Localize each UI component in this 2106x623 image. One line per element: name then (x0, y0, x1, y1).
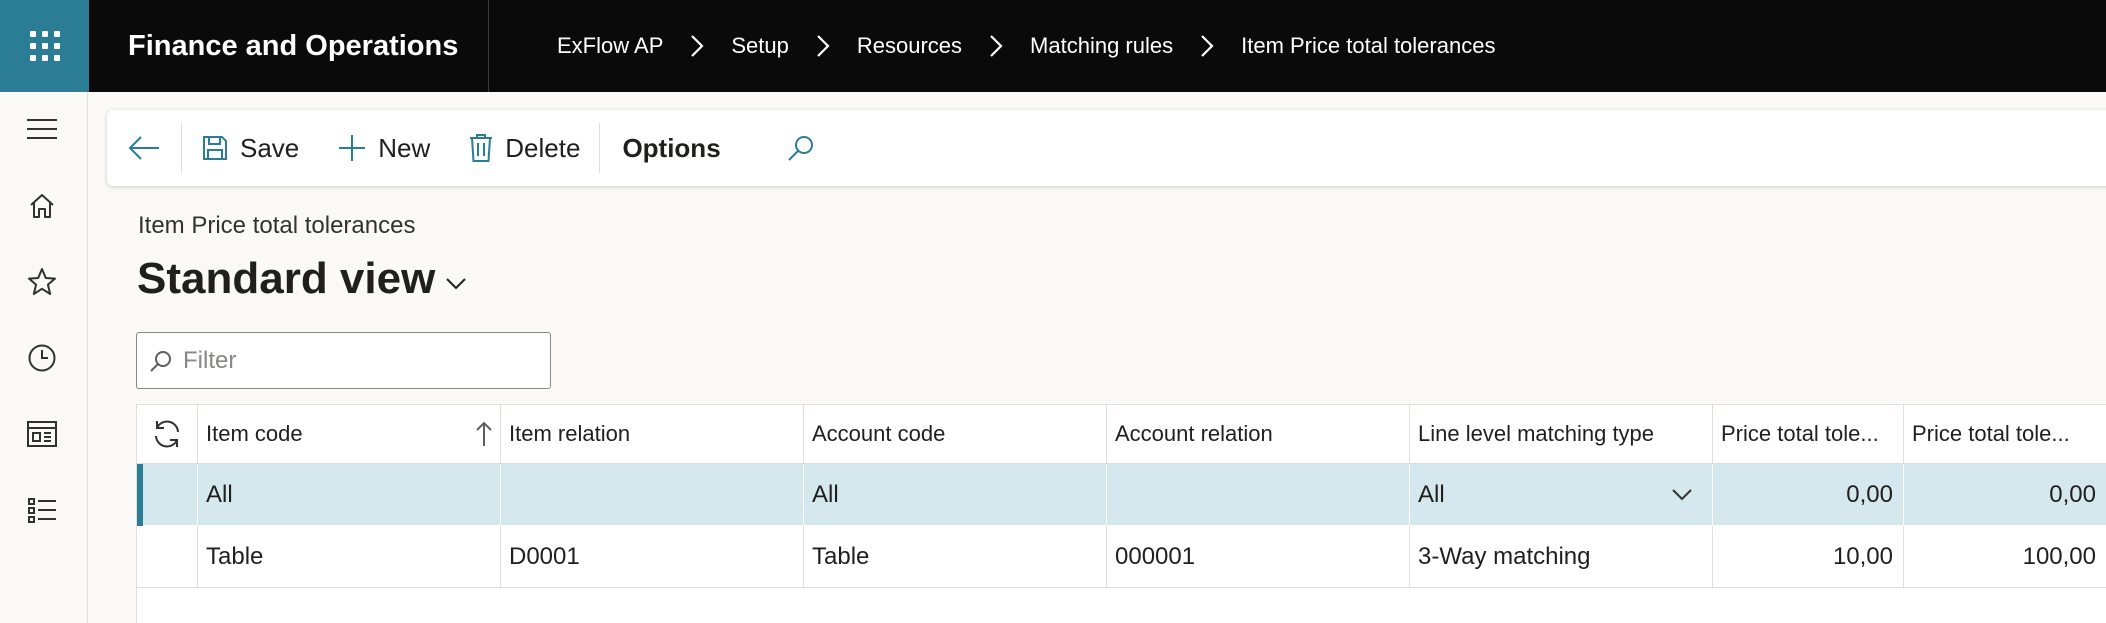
options-button[interactable]: Options (600, 110, 740, 186)
column-header-matching-type[interactable]: Line level matching type (1410, 405, 1713, 464)
cell-item-relation[interactable] (501, 464, 804, 526)
selected-row-indicator (137, 464, 143, 526)
cell-price-total-tolerance-2[interactable]: 100,00 (1904, 526, 2106, 588)
trash-icon (470, 134, 493, 162)
cell-account-code[interactable]: All (804, 464, 1107, 526)
save-button[interactable]: Save (182, 110, 318, 186)
hamburger-icon[interactable] (20, 107, 64, 151)
column-header-account-code[interactable]: Account code (804, 405, 1107, 464)
workspace-icon[interactable] (20, 412, 64, 456)
view-selector[interactable]: Standard view (137, 254, 467, 304)
cell-item-code[interactable]: Table (198, 526, 501, 588)
save-icon (203, 136, 227, 160)
column-header-item-code[interactable]: Item code (198, 405, 501, 464)
matching-type-value: All (1418, 480, 1445, 508)
breadcrumb-item-exflow-ap[interactable]: ExFlow AP (557, 33, 663, 59)
breadcrumb-item-current[interactable]: Item Price total tolerances (1241, 33, 1495, 59)
cell-item-relation[interactable]: D0001 (501, 526, 804, 588)
cell-account-code[interactable]: Table (804, 526, 1107, 588)
chevron-down-icon (446, 278, 467, 290)
search-icon[interactable] (771, 110, 831, 186)
home-icon[interactable] (20, 184, 64, 228)
sort-ascending-icon (476, 421, 492, 446)
clock-icon[interactable] (20, 336, 64, 380)
filter-field[interactable] (136, 332, 551, 389)
breadcrumb-item-setup[interactable]: Setup (731, 33, 789, 59)
column-header-price-total-tolerance-2[interactable]: Price total tole... (1904, 405, 2106, 464)
top-bar: Finance and Operations ExFlow AP Setup R… (0, 0, 2106, 92)
cell-item-code[interactable]: All (198, 464, 501, 526)
delete-label: Delete (505, 132, 581, 163)
row-selector[interactable] (137, 464, 198, 526)
column-header-item-relation[interactable]: Item relation (501, 405, 804, 464)
matching-type-dropdown[interactable]: All (1410, 464, 1713, 526)
delete-button[interactable]: Delete (449, 110, 599, 186)
cell-price-total-tolerance-1[interactable]: 10,00 (1713, 526, 1904, 588)
column-header-label: Item code (206, 421, 303, 446)
chevron-right-icon (1173, 34, 1241, 58)
app-title[interactable]: Finance and Operations (89, 0, 489, 92)
action-pane: Save New Delete Options (107, 110, 2106, 186)
save-label: Save (240, 132, 300, 163)
new-label: New (378, 132, 431, 163)
filter-input[interactable] (183, 346, 543, 375)
data-grid: Item code Item relation Account code Acc… (136, 404, 2106, 623)
page-caption: Item Price total tolerances (138, 212, 416, 239)
cell-price-total-tolerance-1[interactable]: 0,00 (1713, 464, 1904, 526)
row-selector[interactable] (137, 526, 198, 588)
breadcrumb-item-resources[interactable]: Resources (857, 33, 962, 59)
cell-account-relation[interactable]: 000001 (1107, 526, 1410, 588)
chevron-down-icon[interactable] (1672, 488, 1692, 501)
view-title: Standard view (137, 254, 436, 303)
cell-account-relation[interactable] (1107, 464, 1410, 526)
chevron-right-icon (789, 34, 857, 58)
cell-matching-type[interactable]: 3-Way matching (1410, 526, 1713, 588)
chevron-right-icon (663, 34, 731, 58)
refresh-icon[interactable] (137, 405, 198, 464)
table-row[interactable]: All All All 0,00 0,00 (137, 464, 2106, 526)
new-button[interactable]: New (318, 110, 449, 186)
back-arrow-icon[interactable] (107, 110, 181, 186)
search-icon (150, 350, 171, 372)
table-row[interactable]: Table D0001 Table 000001 3-Way matching … (137, 526, 2106, 588)
chevron-right-icon (962, 34, 1030, 58)
left-navigation (0, 92, 88, 623)
app-launcher-icon[interactable] (0, 0, 89, 92)
grid-header-row: Item code Item relation Account code Acc… (137, 405, 2106, 464)
list-icon[interactable] (20, 489, 64, 533)
breadcrumb-item-matching-rules[interactable]: Matching rules (1030, 33, 1173, 59)
plus-icon (339, 135, 366, 161)
star-icon[interactable] (20, 260, 64, 304)
breadcrumb: ExFlow AP Setup Resources Matching rules… (489, 33, 1495, 59)
column-header-account-relation[interactable]: Account relation (1107, 405, 1410, 464)
column-header-price-total-tolerance-1[interactable]: Price total tole... (1713, 405, 1904, 464)
cell-price-total-tolerance-2[interactable]: 0,00 (1904, 464, 2106, 526)
